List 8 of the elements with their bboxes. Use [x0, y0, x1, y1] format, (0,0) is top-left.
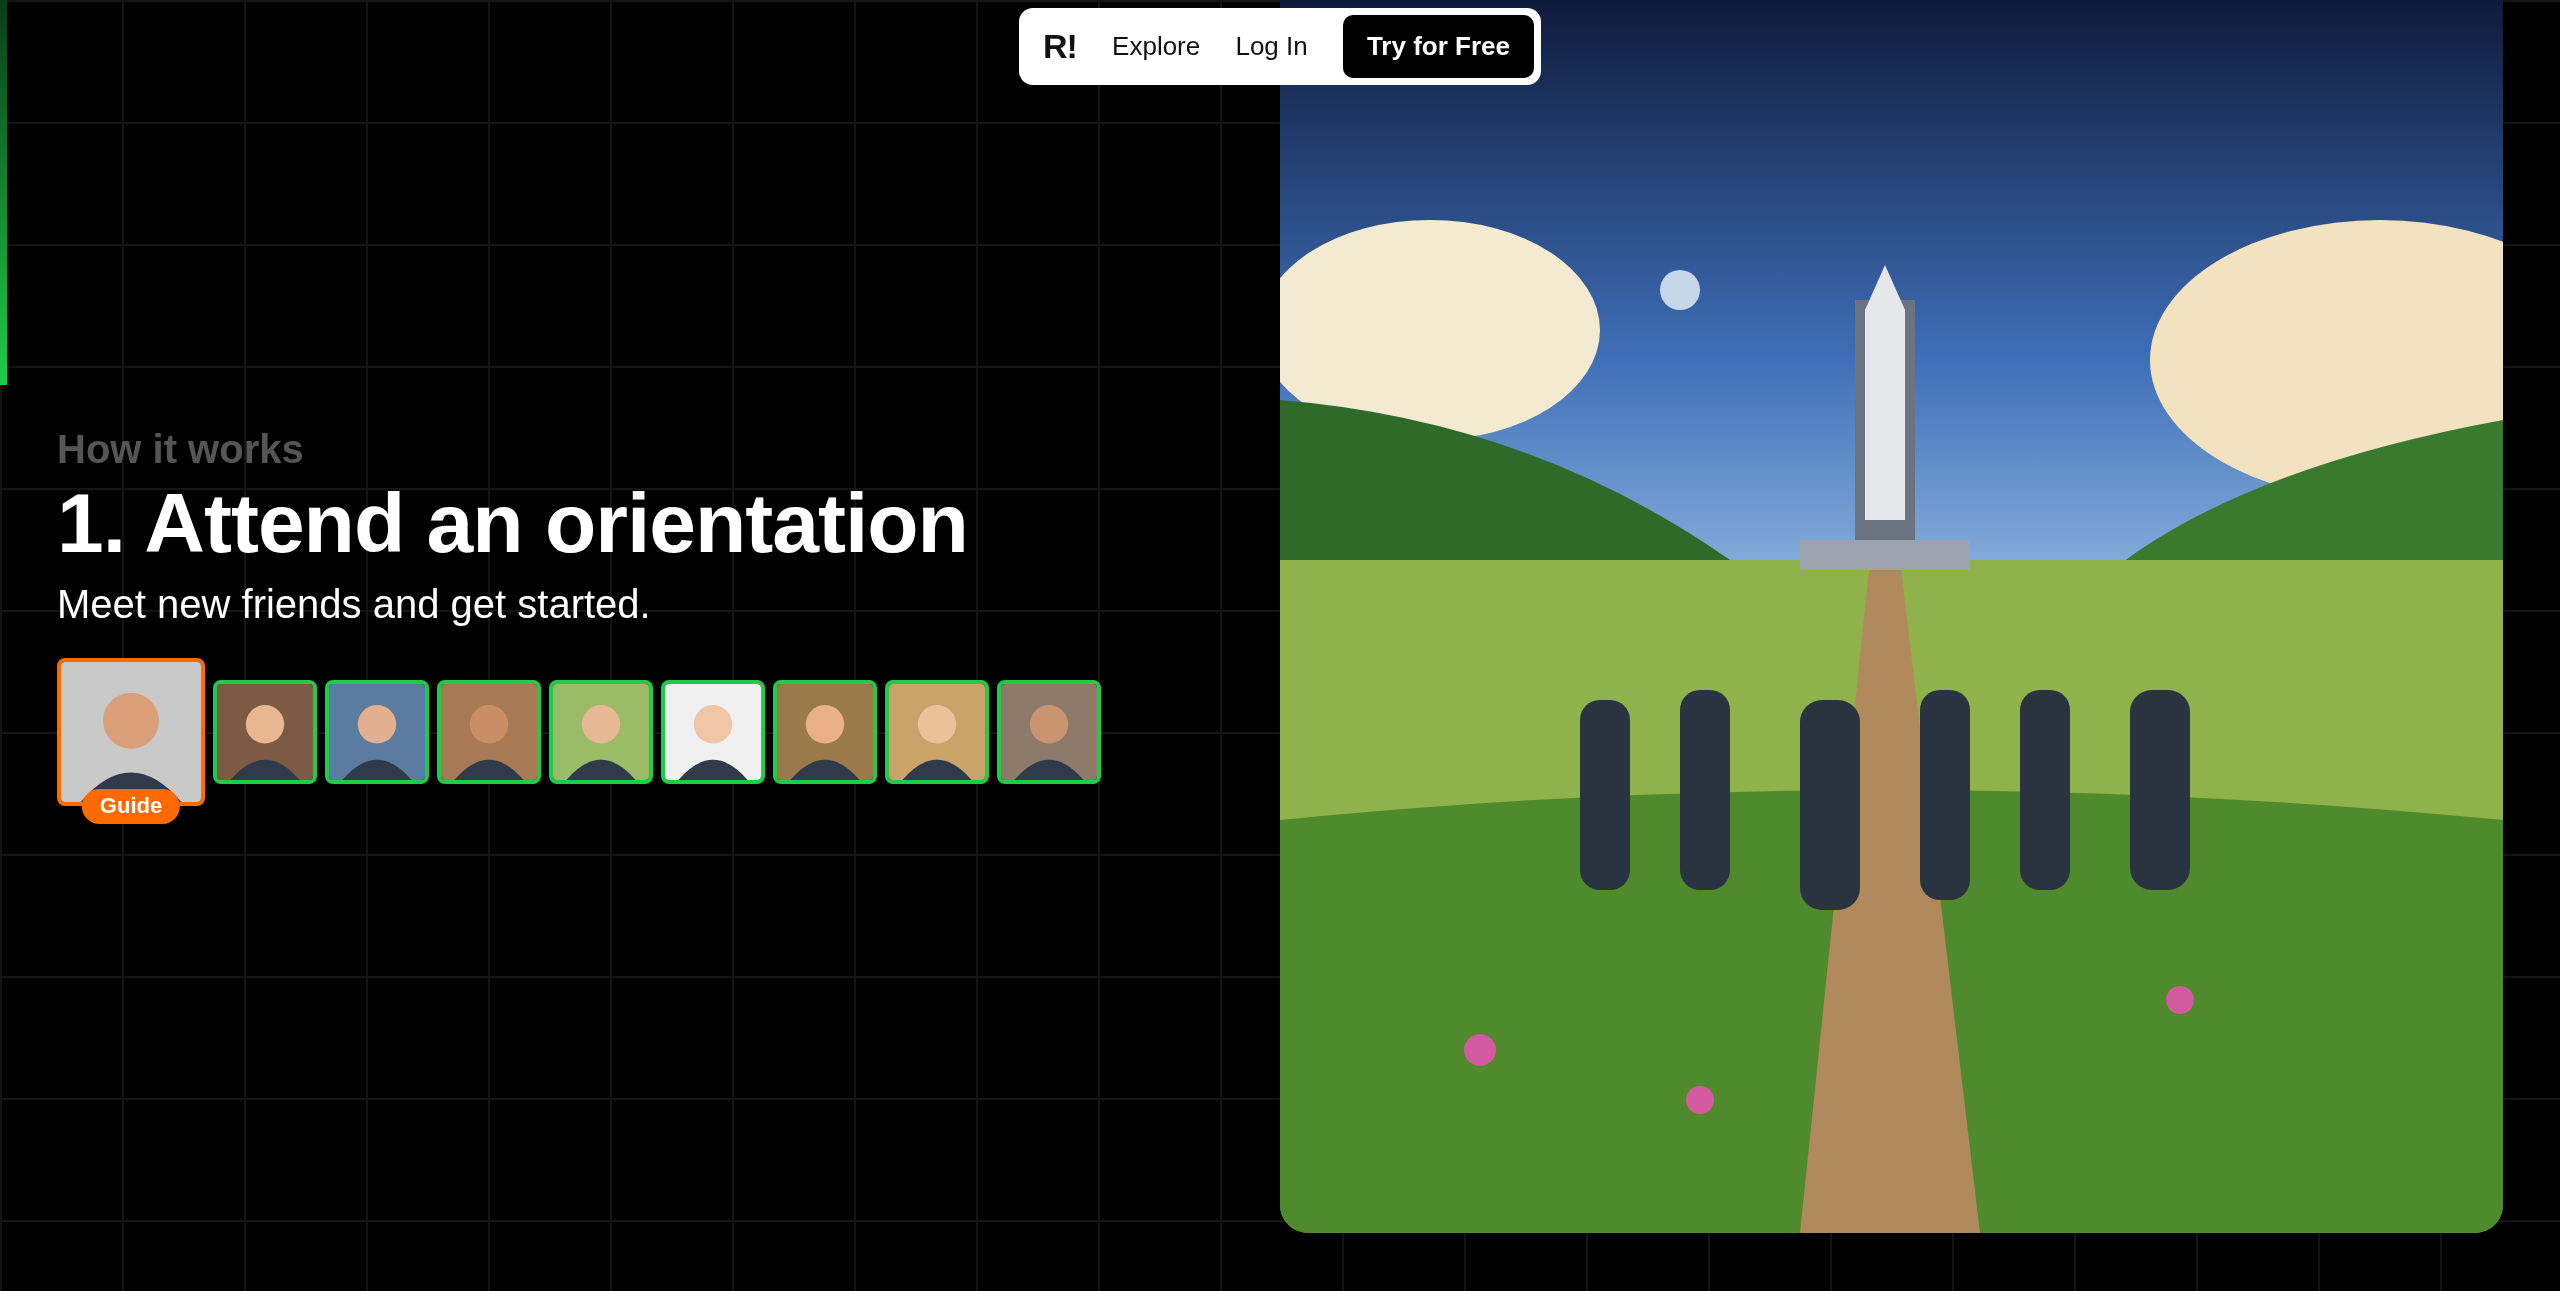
nav-link[interactable]: Explore: [1112, 27, 1201, 66]
step-heading: 1. Attend an orientation: [57, 475, 969, 572]
nav-link[interactable]: Log In: [1235, 27, 1308, 66]
step-subtitle: Meet new friends and get started.: [57, 580, 652, 628]
section-eyebrow: How it works: [57, 427, 305, 472]
logo[interactable]: R!: [1043, 21, 1077, 72]
try-free-button[interactable]: Try for Free: [1342, 15, 1534, 78]
guide-badge: Guide: [81, 789, 181, 824]
